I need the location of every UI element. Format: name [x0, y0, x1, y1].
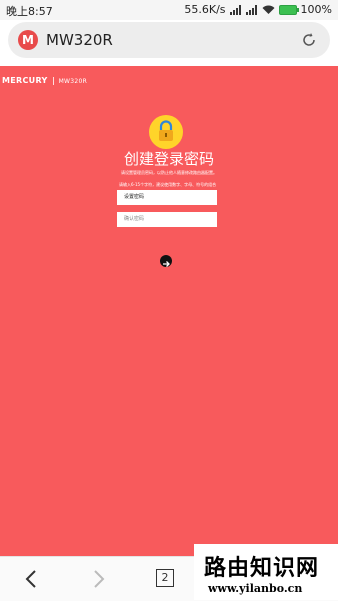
signal-icon	[229, 4, 242, 15]
status-time: 晚上8:57	[6, 5, 53, 18]
network-speed: 55.6K/s	[184, 3, 226, 16]
signal-icon-2	[245, 4, 258, 15]
watermark-title: 路由知识网	[204, 556, 320, 581]
tabs-button[interactable]: 2	[156, 569, 174, 587]
address-bar[interactable]: M MW320R	[8, 22, 330, 58]
submit-button[interactable]	[160, 255, 172, 267]
brand-name: MERCURY	[2, 76, 48, 85]
password-input[interactable]: 设置密码	[117, 190, 217, 205]
watermark-url: www.yilanbo.cn	[208, 582, 303, 595]
watermark: 路由知识网 www.yilanbo.cn	[194, 544, 338, 600]
status-bar: 晚上8:57 55.6K/s 100%	[0, 0, 338, 20]
lock-icon	[149, 115, 183, 149]
back-icon[interactable]	[20, 567, 44, 591]
confirm-password-input[interactable]: 确认密码	[117, 212, 217, 227]
wifi-icon	[262, 5, 275, 14]
brand-logo: MERCURY MW320R	[2, 76, 87, 85]
battery-icon	[278, 4, 299, 15]
reload-icon[interactable]	[300, 31, 318, 49]
arrow-right-icon	[163, 261, 170, 267]
status-right: 55.6K/s 100%	[184, 3, 332, 16]
password-hint: 请输入6-15个字符，建议使用数字、字母、符号的组合	[119, 182, 217, 187]
page-title: 创建登录密码	[123, 150, 214, 168]
page-subtitle: 请设置管理员密码，以防止他人随意修改路由器配置。	[121, 170, 217, 175]
router-setup-page: MERCURY MW320R 创建登录密码 请设置管理员密码，以防止他人随意修改路…	[0, 66, 338, 556]
url-text[interactable]: MW320R	[46, 31, 113, 49]
model-name: MW320R	[58, 78, 88, 85]
site-favicon-icon: M	[18, 30, 38, 50]
battery-level: 100%	[300, 3, 332, 16]
forward-icon[interactable]	[86, 567, 110, 591]
